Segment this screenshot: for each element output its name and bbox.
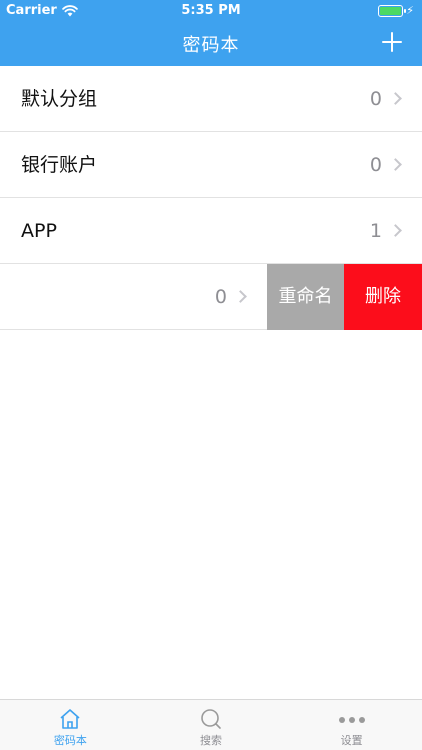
- tab-settings[interactable]: 设置: [281, 700, 422, 750]
- status-time: 5:35 PM: [181, 3, 241, 18]
- battery-fill: [380, 7, 402, 15]
- tab-label: 设置: [340, 734, 363, 747]
- tab-password-book[interactable]: 密码本: [0, 700, 141, 750]
- delete-button[interactable]: 删除: [344, 264, 422, 330]
- group-count: 0: [369, 88, 382, 110]
- rename-button[interactable]: 重命名: [267, 264, 344, 330]
- search-icon: [201, 709, 221, 729]
- group-name: 银行账户: [21, 154, 98, 176]
- group-name: 默认分组: [21, 88, 98, 110]
- tab-label: 密码本: [53, 734, 87, 747]
- group-row-swiped[interactable]: 0 重命名 删除: [0, 263, 422, 330]
- group-name: APP: [21, 220, 57, 242]
- chevron-right-icon: [389, 158, 402, 171]
- battery-icon: [378, 5, 407, 17]
- tab-bar: 密码本 搜索 设置: [0, 699, 422, 750]
- page-title: 密码本: [182, 35, 240, 56]
- charging-bolt-icon: ⚡: [406, 4, 414, 17]
- home-icon: [60, 709, 80, 729]
- tab-search[interactable]: 搜索: [141, 700, 282, 750]
- chevron-right-icon: [389, 92, 402, 105]
- group-count: 0: [214, 286, 227, 308]
- navigation-header: Carrier 5:35 PM ⚡ 密码本: [0, 0, 422, 66]
- group-list: 默认分组 0 银行账户 0 APP 1 0 重命名 删除: [0, 66, 422, 330]
- chevron-right-icon: [234, 290, 247, 303]
- tab-label: 搜索: [200, 734, 222, 747]
- group-row[interactable]: APP 1: [0, 198, 422, 264]
- battery-indicator: ⚡: [378, 5, 414, 17]
- more-icon: [338, 717, 365, 723]
- add-group-button[interactable]: [382, 32, 402, 52]
- group-count: 1: [369, 220, 382, 242]
- group-count: 0: [369, 154, 382, 176]
- chevron-right-icon: [389, 224, 402, 237]
- group-row[interactable]: 银行账户 0: [0, 132, 422, 198]
- swiped-row-content[interactable]: 0: [0, 264, 267, 330]
- group-row[interactable]: 默认分组 0: [0, 66, 422, 132]
- status-bar: Carrier 5:35 PM ⚡: [0, 0, 422, 22]
